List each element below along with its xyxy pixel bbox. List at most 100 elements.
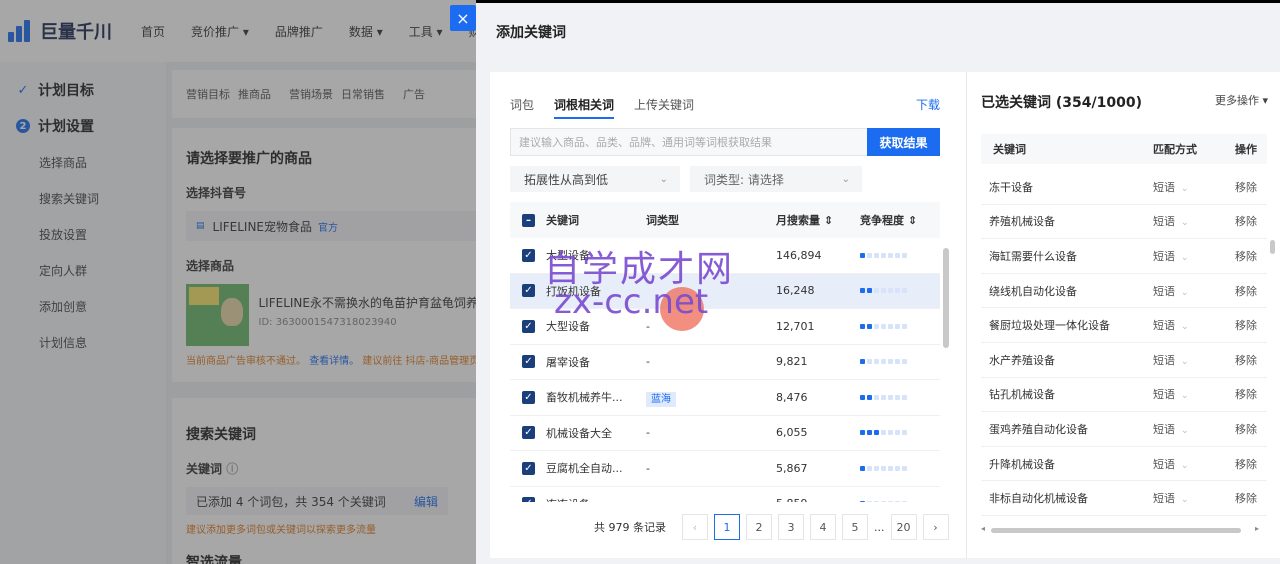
- remove-button[interactable]: 移除: [1235, 490, 1267, 506]
- chevron-down-icon: ⌄: [1181, 391, 1189, 402]
- word-type-select[interactable]: 词类型: 请选择 ⌄: [690, 166, 862, 192]
- page-1[interactable]: 1: [714, 514, 740, 540]
- row-checkbox[interactable]: ✓: [522, 426, 535, 440]
- competition-level: [860, 359, 920, 365]
- col-match-type: 匹配方式: [1153, 143, 1197, 156]
- table-row[interactable]: ✓ 冻冻设备-5,859: [510, 487, 940, 502]
- table-row[interactable]: ✓ 机械设备大全 - 6,055: [510, 416, 940, 451]
- row-checkbox[interactable]: ✓: [522, 248, 535, 262]
- remove-button[interactable]: 移除: [1235, 421, 1267, 437]
- row-checkbox[interactable]: ✓: [522, 355, 535, 369]
- get-results-button[interactable]: 获取结果: [867, 128, 940, 156]
- col-word-type: 词类型: [646, 214, 679, 227]
- modal-overlay[interactable]: [0, 0, 476, 564]
- chevron-down-icon: ⌄: [659, 173, 668, 185]
- page-ellipsis: ...: [874, 520, 885, 534]
- match-type-select[interactable]: 短语 ⌄: [1153, 213, 1235, 229]
- page-20[interactable]: 20: [890, 514, 917, 540]
- select-all-checkbox[interactable]: –: [522, 213, 535, 227]
- next-page-button[interactable]: ›: [922, 514, 949, 540]
- col-competition[interactable]: 竞争程度 ⇕: [860, 212, 920, 228]
- chevron-down-icon: ⌄: [1181, 218, 1189, 229]
- row-checkbox[interactable]: ✓: [522, 390, 535, 404]
- remove-button[interactable]: 移除: [1235, 179, 1267, 195]
- selected-keyword-row: 水产养殖设备 短语 ⌄ 移除: [981, 343, 1267, 378]
- remove-button[interactable]: 移除: [1235, 386, 1267, 402]
- monthly-volume-cell: 9,821: [776, 355, 808, 369]
- remove-button[interactable]: 移除: [1235, 248, 1267, 264]
- table-scrollbar[interactable]: [942, 208, 950, 502]
- word-type-cell: -: [646, 355, 650, 369]
- page-5[interactable]: 5: [842, 514, 868, 540]
- monthly-volume-cell: 5,859: [776, 497, 860, 502]
- selected-hscrollbar[interactable]: ◂ ▸: [981, 524, 1259, 536]
- keyword-cell: 畜牧机械养牛...: [546, 391, 623, 405]
- tab-upload-keywords[interactable]: 上传关键词: [634, 96, 694, 119]
- prev-page-button[interactable]: ‹: [682, 514, 708, 540]
- remove-button[interactable]: 移除: [1235, 456, 1267, 472]
- row-checkbox[interactable]: ✓: [522, 284, 535, 298]
- page-2[interactable]: 2: [746, 514, 772, 540]
- monthly-volume-cell: 16,248: [776, 284, 815, 298]
- table-header: – 关键词 词类型 月搜索量 ⇕ 竞争程度 ⇕: [510, 202, 940, 238]
- tab-root-related[interactable]: 词根相关词: [554, 96, 615, 119]
- more-actions-dropdown[interactable]: 更多操作 ▾: [1215, 92, 1268, 108]
- match-type-select[interactable]: 短语 ⌄: [1153, 283, 1235, 299]
- download-link[interactable]: 下载: [916, 96, 940, 113]
- chevron-down-icon: ⌄: [1181, 287, 1189, 298]
- selected-scrollbar[interactable]: [1270, 170, 1276, 510]
- competition-level: [860, 288, 920, 294]
- keyword-tabs: 词包 词根相关词 上传关键词: [510, 96, 694, 119]
- competition-level: [860, 323, 920, 329]
- match-type-select[interactable]: 短语 ⌄: [1153, 248, 1235, 264]
- chevron-down-icon: ⌄: [1181, 322, 1189, 333]
- chevron-down-icon: ⌄: [1181, 252, 1189, 263]
- row-checkbox[interactable]: ✓: [522, 461, 535, 475]
- match-type-select[interactable]: 短语 ⌄: [1153, 421, 1235, 437]
- remove-button[interactable]: 移除: [1235, 283, 1267, 299]
- match-type-select[interactable]: 短语 ⌄: [1153, 179, 1235, 195]
- remove-button[interactable]: 移除: [1235, 352, 1267, 368]
- chevron-down-icon: ⌄: [1181, 460, 1189, 471]
- remove-button[interactable]: 移除: [1235, 317, 1267, 333]
- drawer-title: 添加关键词: [496, 25, 566, 41]
- match-type-select[interactable]: 短语 ⌄: [1153, 317, 1235, 333]
- tab-word-package[interactable]: 词包: [510, 96, 534, 119]
- selected-keyword: 非标自动化机械设备: [989, 492, 1088, 506]
- page-3[interactable]: 3: [778, 514, 804, 540]
- remove-button[interactable]: 移除: [1235, 213, 1267, 229]
- sort-select[interactable]: 拓展性从高到低 ⌄: [510, 166, 680, 192]
- root-word-input[interactable]: 建议输入商品、品类、品牌、通用词等词根获取结果: [510, 128, 868, 156]
- word-type-cell: -: [646, 426, 650, 440]
- col-action: 操作: [1235, 143, 1257, 156]
- selected-keyword-row: 海缸需要什么设备 短语 ⌄ 移除: [981, 239, 1267, 274]
- col-keyword: 关键词: [546, 214, 579, 227]
- table-row[interactable]: ✓ 畜牧机械养牛... 蓝海 8,476: [510, 380, 940, 416]
- table-row[interactable]: ✓ 豆腐机全自动... - 5,867: [510, 451, 940, 487]
- col-monthly-volume[interactable]: 月搜索量 ⇕: [776, 212, 860, 228]
- row-checkbox[interactable]: ✓: [522, 497, 535, 502]
- selected-keyword-row: 钻孔机械设备 短语 ⌄ 移除: [981, 378, 1267, 413]
- selected-keyword-row: 冻干设备 短语 ⌄ 移除: [981, 170, 1267, 205]
- close-drawer-button[interactable]: ×: [450, 5, 476, 31]
- page-4[interactable]: 4: [810, 514, 836, 540]
- selected-keyword-row: 非标自动化机械设备 短语 ⌄ 移除: [981, 481, 1267, 516]
- match-type-select[interactable]: 短语 ⌄: [1153, 456, 1235, 472]
- pagination: 共 979 条记录 ‹ 1 2 3 4 5 ... 20 ›: [594, 514, 949, 540]
- selected-keyword: 海缸需要什么设备: [989, 249, 1077, 263]
- keyword-cell: 机械设备大全: [546, 426, 612, 440]
- match-type-select[interactable]: 短语 ⌄: [1153, 352, 1235, 368]
- selected-keyword: 水产养殖设备: [989, 353, 1055, 367]
- selected-keyword-row: 餐厨垃圾处理一体化设备 短语 ⌄ 移除: [981, 308, 1267, 343]
- monthly-volume-cell: 146,894: [776, 248, 822, 262]
- match-type-select[interactable]: 短语 ⌄: [1153, 490, 1235, 506]
- table-row[interactable]: ✓ 屠宰设备 - 9,821: [510, 345, 940, 380]
- word-type-cell: -: [646, 497, 776, 502]
- match-type-select[interactable]: 短语 ⌄: [1153, 386, 1235, 402]
- row-checkbox[interactable]: ✓: [522, 319, 535, 333]
- competition-level: [860, 394, 920, 400]
- monthly-volume-cell: 8,476: [776, 390, 808, 404]
- selected-keyword-row: 养殖机械设备 短语 ⌄ 移除: [981, 205, 1267, 240]
- chevron-down-icon: ⌄: [1181, 356, 1189, 367]
- selected-keyword: 绕线机自动化设备: [989, 284, 1077, 298]
